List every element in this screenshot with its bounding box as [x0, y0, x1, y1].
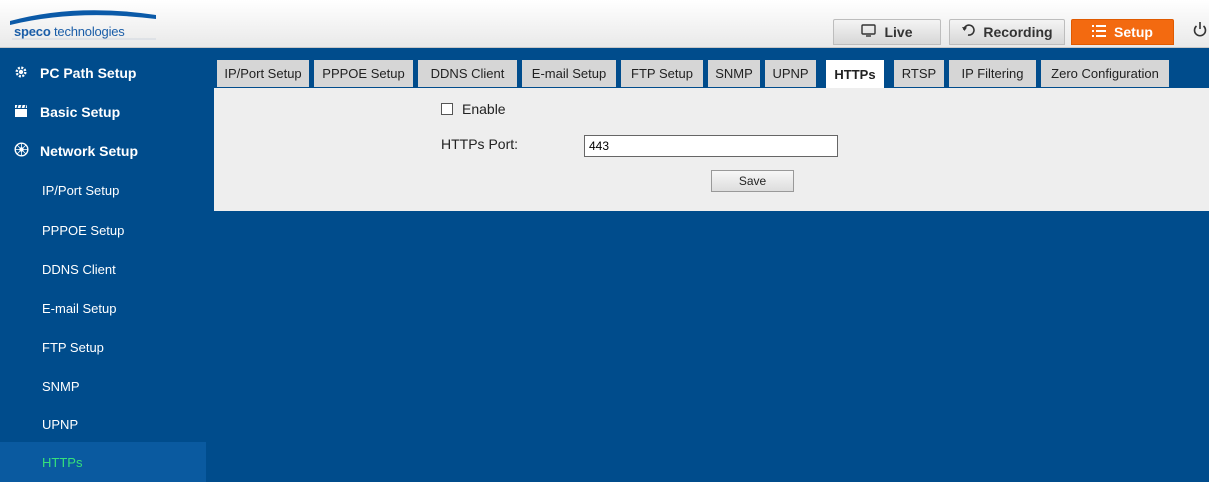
tab-pppoe-setup[interactable]: PPPOE Setup — [314, 60, 413, 87]
tab-ddns-client[interactable]: DDNS Client — [418, 60, 517, 87]
enable-checkbox[interactable] — [441, 103, 453, 115]
setup-label: Setup — [1114, 24, 1153, 40]
sidebar-item-label: IP/Port Setup — [42, 182, 120, 198]
tab-label: DDNS Client — [430, 66, 505, 81]
tab-label: FTP Setup — [631, 66, 693, 81]
sidebar-item-email-setup[interactable]: E-mail Setup — [0, 288, 206, 328]
tab-email-setup[interactable]: E-mail Setup — [522, 60, 616, 87]
tab-upnp[interactable]: UPNP — [765, 60, 816, 87]
top-bar: speco technologies Live Recording Setup — [0, 0, 1209, 48]
sidebar-section-label: Basic Setup — [40, 104, 121, 120]
sidebar-item-https[interactable]: HTTPs — [0, 442, 206, 482]
tab-ftp-setup[interactable]: FTP Setup — [621, 60, 703, 87]
sidebar-item-label: SNMP — [42, 378, 80, 394]
sidebar-item-label: HTTPs — [42, 454, 83, 470]
https-port-label: HTTPs Port: — [441, 136, 519, 152]
tab-label: IP Filtering — [961, 66, 1024, 81]
sidebar-item-pppoe-setup[interactable]: PPPOE Setup — [0, 210, 206, 250]
sidebar: PC Path Setup Basic Setup Network Setup … — [0, 48, 206, 482]
tab-label: E-mail Setup — [531, 66, 607, 81]
tab-https[interactable]: HTTPs — [826, 60, 884, 88]
live-label: Live — [884, 24, 913, 40]
sidebar-item-ddns-client[interactable]: DDNS Client — [0, 249, 206, 289]
tab-label: HTTPs — [834, 66, 876, 82]
sidebar-section-pc-path-setup[interactable]: PC Path Setup — [0, 54, 206, 92]
monitor-icon — [861, 23, 877, 41]
logo-text: speco technologies — [14, 24, 125, 39]
list-icon — [1092, 24, 1107, 41]
gear-icon — [13, 65, 29, 82]
live-button[interactable]: Live — [833, 19, 941, 45]
tab-label: Zero Configuration — [1051, 66, 1159, 81]
sidebar-section-label: Network Setup — [40, 143, 139, 159]
https-port-input[interactable] — [584, 135, 838, 157]
tab-label: IP/Port Setup — [224, 66, 302, 81]
tab-label: UPNP — [772, 66, 809, 81]
tab-bar: IP/Port Setup PPPOE Setup DDNS Client E-… — [214, 57, 1209, 88]
sidebar-section-label: PC Path Setup — [40, 65, 137, 81]
tab-snmp[interactable]: SNMP — [708, 60, 760, 87]
power-icon[interactable] — [1193, 21, 1207, 42]
sidebar-item-ip-port-setup[interactable]: IP/Port Setup — [0, 170, 206, 210]
sidebar-section-network-setup[interactable]: Network Setup — [0, 132, 206, 170]
recording-label: Recording — [983, 24, 1053, 40]
undo-arrow-icon — [961, 23, 976, 41]
sidebar-item-label: E-mail Setup — [42, 300, 117, 316]
sidebar-item-label: FTP Setup — [42, 339, 104, 355]
speco-logo: speco technologies — [6, 5, 161, 43]
tab-label: PPPOE Setup — [322, 66, 405, 81]
tab-zero-configuration[interactable]: Zero Configuration — [1041, 60, 1169, 87]
setup-button[interactable]: Setup — [1071, 19, 1174, 45]
network-icon — [13, 142, 29, 160]
sidebar-item-ftp-setup[interactable]: FTP Setup — [0, 327, 206, 367]
sidebar-item-upnp[interactable]: UPNP — [0, 404, 206, 444]
clapperboard-icon — [13, 104, 29, 121]
recording-button[interactable]: Recording — [949, 19, 1065, 45]
save-button[interactable]: Save — [711, 170, 794, 192]
tab-label: SNMP — [715, 66, 753, 81]
tab-ip-filtering[interactable]: IP Filtering — [949, 60, 1036, 87]
sidebar-item-label: PPPOE Setup — [42, 222, 125, 238]
sidebar-section-basic-setup[interactable]: Basic Setup — [0, 93, 206, 131]
sidebar-item-label: UPNP — [42, 416, 79, 432]
sidebar-item-snmp[interactable]: SNMP — [0, 366, 206, 406]
tab-ip-port-setup[interactable]: IP/Port Setup — [217, 60, 309, 87]
tab-label: RTSP — [901, 66, 937, 81]
enable-label: Enable — [462, 101, 506, 117]
tab-rtsp[interactable]: RTSP — [894, 60, 944, 87]
sidebar-item-label: DDNS Client — [42, 261, 116, 277]
